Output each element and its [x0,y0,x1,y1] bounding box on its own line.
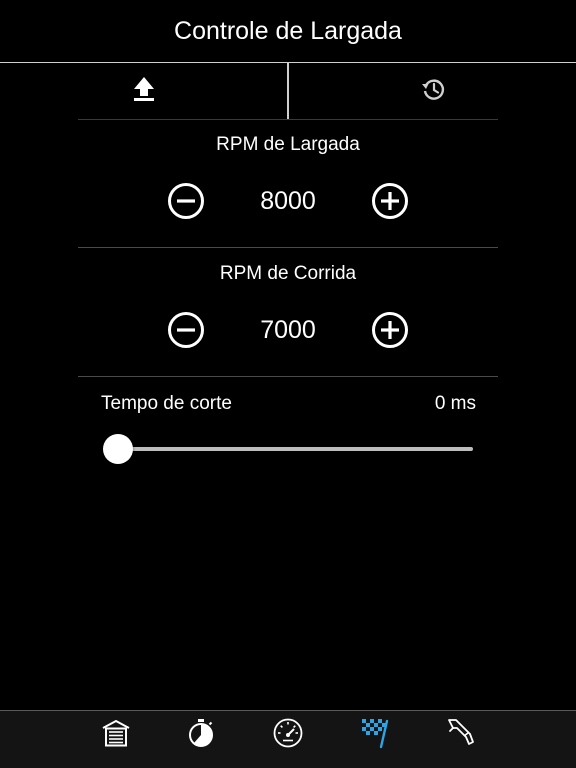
tab-gauge[interactable] [270,717,306,753]
slider-track [117,447,473,451]
race-rpm-value: 7000 [260,316,316,344]
tab-bar [0,710,576,768]
garage-icon [100,717,132,754]
launch-rpm-decrement-button[interactable] [167,182,205,225]
tab-stopwatch[interactable] [183,717,219,753]
section-divider [78,376,498,377]
minus-circle-icon [167,182,205,225]
race-rpm-label: RPM de Corrida [219,263,357,284]
stopwatch-icon [185,717,217,754]
launch-rpm-increment-button[interactable] [371,182,409,225]
race-flag-icon [358,716,392,755]
plus-circle-icon [371,182,409,225]
tab-fuel[interactable] [443,717,479,753]
history-icon [420,76,446,107]
plus-circle-icon [371,311,409,354]
history-button[interactable] [289,63,576,119]
page-title: Controle de Largada [174,16,402,45]
launch-rpm-label: RPM de Largada [216,134,360,155]
cut-time-slider[interactable] [103,434,473,464]
launch-rpm-value: 8000 [260,187,316,215]
upload-button[interactable] [0,63,287,119]
gauge-icon [272,717,304,754]
race-rpm-increment-button[interactable] [371,311,409,354]
slider-thumb[interactable] [103,434,133,464]
cut-time-value: 0 ms [434,393,476,414]
tab-race-flag[interactable] [357,717,393,753]
race-rpm-decrement-button[interactable] [167,311,205,354]
fuel-nozzle-icon [444,716,478,755]
minus-circle-icon [167,311,205,354]
upload-icon [131,75,157,108]
section-divider [78,247,498,248]
tab-garage[interactable] [98,717,134,753]
cut-time-label: Tempo de corte [101,393,232,414]
toolbar-bottom-divider [78,119,498,120]
